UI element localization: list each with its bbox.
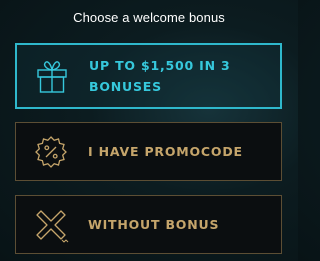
welcome-bonus-label: UP TO $1,500 IN 3 BONUSES xyxy=(89,58,231,94)
gift-icon xyxy=(32,56,72,96)
promocode-label: I HAVE PROMOCODE xyxy=(88,144,243,159)
promocode-option[interactable]: I HAVE PROMOCODE xyxy=(15,122,282,181)
page-title: Choose a welcome bonus xyxy=(73,10,225,25)
discount-badge-icon xyxy=(31,132,71,172)
without-bonus-option[interactable]: WITHOUT BONUS xyxy=(15,195,282,254)
without-bonus-label: WITHOUT BONUS xyxy=(88,217,220,232)
welcome-bonus-option[interactable]: UP TO $1,500 IN 3 BONUSES xyxy=(15,43,282,109)
no-bonus-x-icon xyxy=(31,205,71,245)
